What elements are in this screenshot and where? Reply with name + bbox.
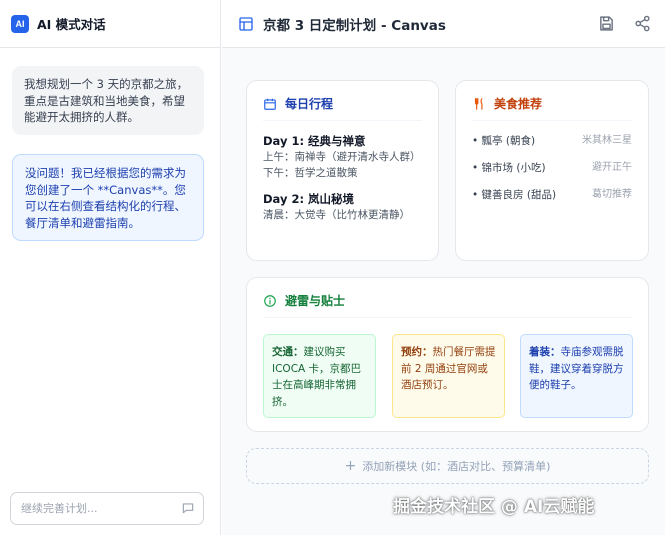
info-icon	[264, 294, 276, 307]
chat-input-box	[10, 492, 204, 525]
day-block: Day 2: 岚山秘境 清晨：大觉寺（比竹林更清静）	[263, 191, 422, 223]
tip-dress: 着装：寺庙参观需脱鞋，建议穿着穿脱方便的鞋子。	[520, 334, 633, 418]
tip-booking: 预约：热门餐厅需提前 2 周通过官网或酒店预订。	[392, 334, 505, 418]
watermark: 掘金技术社区 @ AI云赋能	[393, 497, 595, 517]
food-note: 米其林三星	[582, 135, 632, 146]
tip-label: 预约：	[401, 346, 433, 358]
message-icon[interactable]	[181, 501, 195, 515]
canvas-title: 京都 3 日定制计划 - Canvas	[263, 17, 446, 34]
schedule-title: 每日行程	[285, 97, 334, 111]
tips-grid: 交通：建议购买 ICOCA 卡，京都巴士在高峰期非常拥挤。 预约：热门餐厅需提前…	[263, 334, 633, 418]
food-item: • 锦市场 (小吃) 避开正午	[472, 160, 632, 176]
share-icon[interactable]	[634, 15, 651, 32]
tip-label: 着装：	[529, 346, 561, 358]
chat-header: AI AI 模式对话	[0, 0, 220, 48]
canvas-header: 京都 3 日定制计划 - Canvas	[222, 0, 665, 48]
layout-icon	[239, 16, 253, 31]
app-title: AI 模式对话	[37, 17, 106, 32]
day-line: 清晨：大觉寺（比竹林更清静）	[263, 209, 410, 221]
food-item: • 键善良房 (甜品) 葛切推荐	[472, 187, 632, 203]
tips-header: 避雷与贴士	[263, 292, 632, 318]
user-message: 我想规划一个 3 天的京都之旅，重点是古建筑和当地美食，希望能避开太拥挤的人群。	[12, 66, 204, 135]
assistant-message: 没问题！我已经根据您的需求为您创建了一个 **Canvas**。您可以在右侧查看…	[12, 154, 204, 241]
tips-title: 避雷与贴士	[285, 294, 346, 308]
food-item: • 瓢亭 (朝食) 米其林三星	[472, 133, 632, 149]
day-line: 上午：南禅寺（避开清水寺人群）	[263, 151, 421, 163]
food-list: • 瓢亭 (朝食) 米其林三星 • 锦市场 (小吃) 避开正午 • 键善良房 (…	[472, 133, 632, 203]
tip-transport: 交通：建议购买 ICOCA 卡，京都巴士在高峰期非常拥挤。	[263, 334, 376, 418]
calendar-icon	[264, 98, 276, 110]
chat-panel: AI AI 模式对话 我想规划一个 3 天的京都之旅，重点是古建筑和当地美食，希…	[0, 0, 221, 535]
food-name: • 瓢亭 (朝食)	[472, 135, 536, 147]
day-block: Day 1: 经典与禅意 上午：南禅寺（避开清水寺人群） 下午：哲学之道散策	[263, 133, 422, 181]
schedule-header: 每日行程	[263, 95, 422, 121]
day-title: Day 2: 岚山秘境	[263, 192, 355, 206]
plus-icon: +	[344, 458, 357, 474]
app-logo: AI	[11, 14, 29, 33]
food-name: • 键善良房 (甜品)	[472, 189, 557, 201]
day-line: 下午：哲学之道散策	[263, 167, 358, 179]
add-module-button[interactable]: + 添加新模块 (如：酒店对比、预算清单)	[246, 448, 649, 484]
food-name: • 锦市场 (小吃)	[472, 162, 546, 174]
canvas-panel: 京都 3 日定制计划 - Canvas 每日行程 Day 1: 经典与禅意 上午…	[222, 0, 665, 535]
add-module-label: 添加新模块 (如：酒店对比、预算清单)	[362, 460, 551, 473]
utensils-icon	[474, 97, 483, 110]
tips-card: 避雷与贴士 交通：建议购买 ICOCA 卡，京都巴士在高峰期非常拥挤。 预约：热…	[246, 277, 649, 432]
tip-label: 交通：	[272, 346, 304, 358]
food-title: 美食推荐	[494, 97, 543, 111]
food-card: 美食推荐 • 瓢亭 (朝食) 米其林三星 • 锦市场 (小吃) 避开正午 • 键…	[455, 80, 649, 261]
day-title: Day 1: 经典与禅意	[263, 134, 366, 148]
food-note: 葛切推荐	[592, 189, 632, 200]
food-header: 美食推荐	[472, 95, 632, 121]
chat-input[interactable]	[11, 493, 171, 524]
food-note: 避开正午	[592, 162, 632, 173]
save-icon[interactable]	[598, 15, 615, 32]
schedule-card: 每日行程 Day 1: 经典与禅意 上午：南禅寺（避开清水寺人群） 下午：哲学之…	[246, 80, 439, 261]
